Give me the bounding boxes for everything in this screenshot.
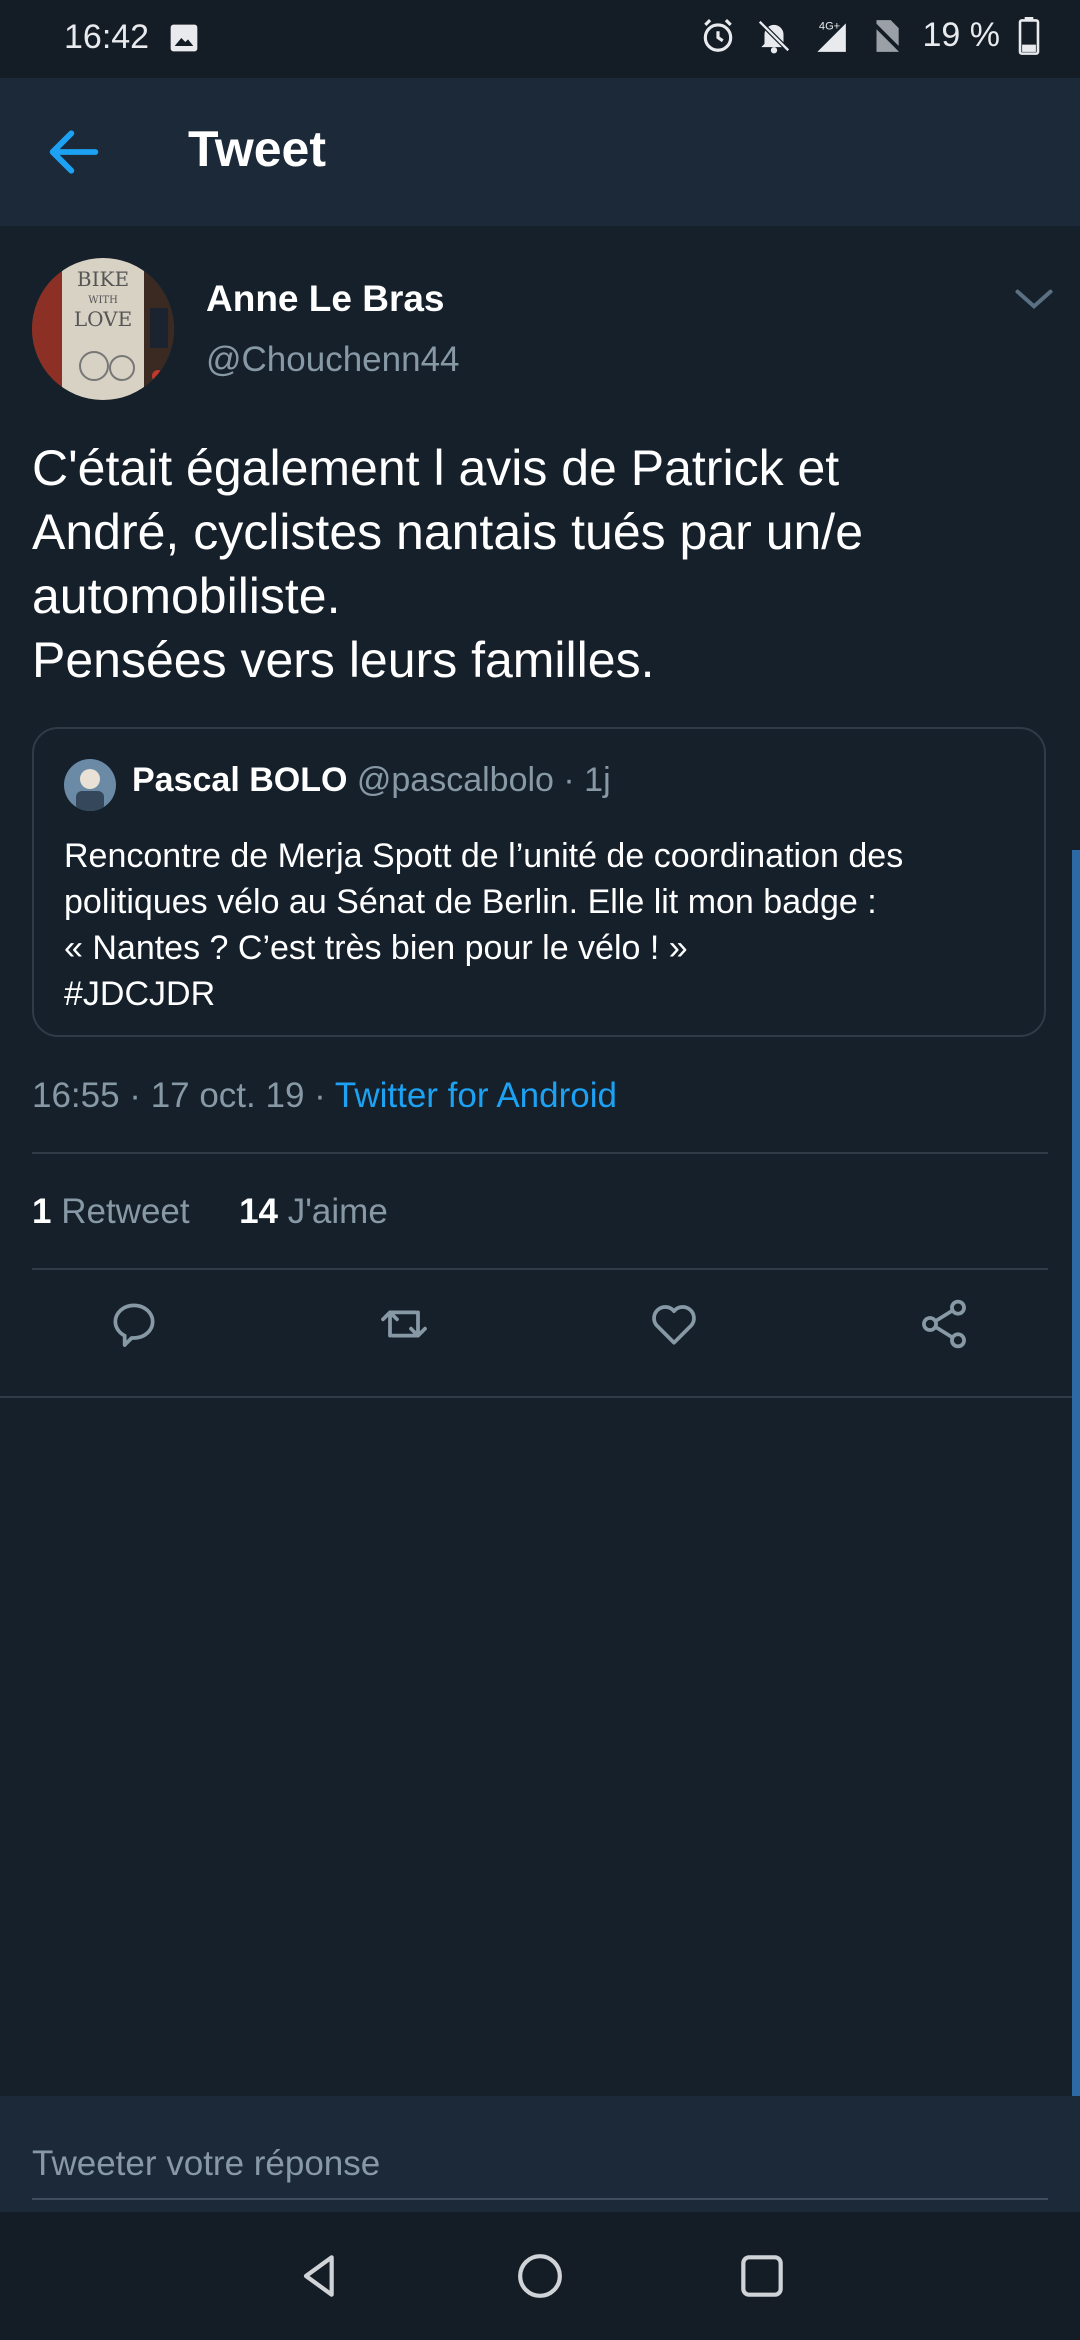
author-name[interactable]: Anne Le Bras: [206, 278, 445, 320]
retweet-icon[interactable]: [376, 1296, 432, 1352]
tweet-timestamp: 16:55 · 17 oct. 19 ·: [32, 1076, 335, 1115]
tweet-text: C'était également l avis de Patrick et A…: [32, 440, 864, 688]
no-sim-icon: [869, 19, 902, 52]
quoted-tweet[interactable]: Pascal BOLO @pascalbolo · 1j Rencontre d…: [32, 727, 1046, 1037]
author-handle[interactable]: @Chouchenn44: [206, 340, 460, 380]
author-avatar[interactable]: BIKE WITH LOVE: [32, 258, 174, 400]
app-bar: Tweet: [0, 78, 1080, 226]
signal-icon: 4G+: [816, 20, 846, 52]
quote-author-handle: @pascalbolo: [356, 761, 554, 799]
nav-recents-icon[interactable]: [734, 2248, 790, 2304]
avatar-text-2: WITH: [88, 295, 118, 306]
tweet-actions: [0, 1296, 1080, 1372]
page-title: Tweet: [188, 121, 326, 177]
battery-percent: 19 %: [922, 16, 1001, 54]
system-nav-bar: [0, 2212, 1080, 2340]
status-bar: 16:42 4G+ 19 %: [0, 0, 1080, 78]
tweet-meta: 16:55 · 17 oct. 19 · Twitter for Android: [32, 1076, 617, 1116]
status-icons: 4G+ 19 %: [699, 16, 1041, 55]
bell-off-icon: [757, 19, 790, 53]
reply-input[interactable]: [32, 2130, 1048, 2200]
section-divider: [0, 1396, 1080, 1398]
quote-text: Rencontre de Merja Spott de l’unité de c…: [64, 837, 904, 1013]
divider: [32, 1152, 1048, 1154]
tweet-source-link[interactable]: Twitter for Android: [335, 1076, 617, 1115]
quote-author-name: Pascal BOLO: [132, 761, 348, 799]
battery-icon: [1018, 16, 1040, 55]
divider: [32, 1268, 1048, 1270]
status-time: 16:42: [64, 18, 150, 56]
quote-header: Pascal BOLO @pascalbolo · 1j: [132, 761, 611, 800]
share-icon[interactable]: [916, 1296, 972, 1352]
avatar-text-1: BIKE: [77, 267, 129, 291]
like-icon[interactable]: [646, 1296, 702, 1352]
retweet-label[interactable]: Retweet: [61, 1192, 189, 1231]
back-arrow-icon[interactable]: [42, 120, 106, 184]
quote-avatar: [64, 759, 116, 811]
reply-icon[interactable]: [106, 1296, 162, 1352]
scrollbar[interactable]: [1072, 850, 1080, 2100]
avatar-text-3: LOVE: [74, 307, 132, 331]
network-label: 4G+: [818, 20, 839, 32]
nav-back-icon[interactable]: [292, 2248, 348, 2304]
chevron-down-icon[interactable]: [1012, 284, 1056, 314]
image-icon: [170, 24, 198, 52]
like-label[interactable]: J'aime: [288, 1192, 388, 1231]
like-count[interactable]: 14: [239, 1192, 278, 1231]
nav-home-icon[interactable]: [512, 2248, 568, 2304]
quote-time: · 1j: [553, 761, 611, 799]
tweet-stats: 1 Retweet 14 J'aime: [32, 1192, 388, 1232]
retweet-count[interactable]: 1: [32, 1192, 51, 1231]
alarm-icon: [703, 18, 732, 52]
